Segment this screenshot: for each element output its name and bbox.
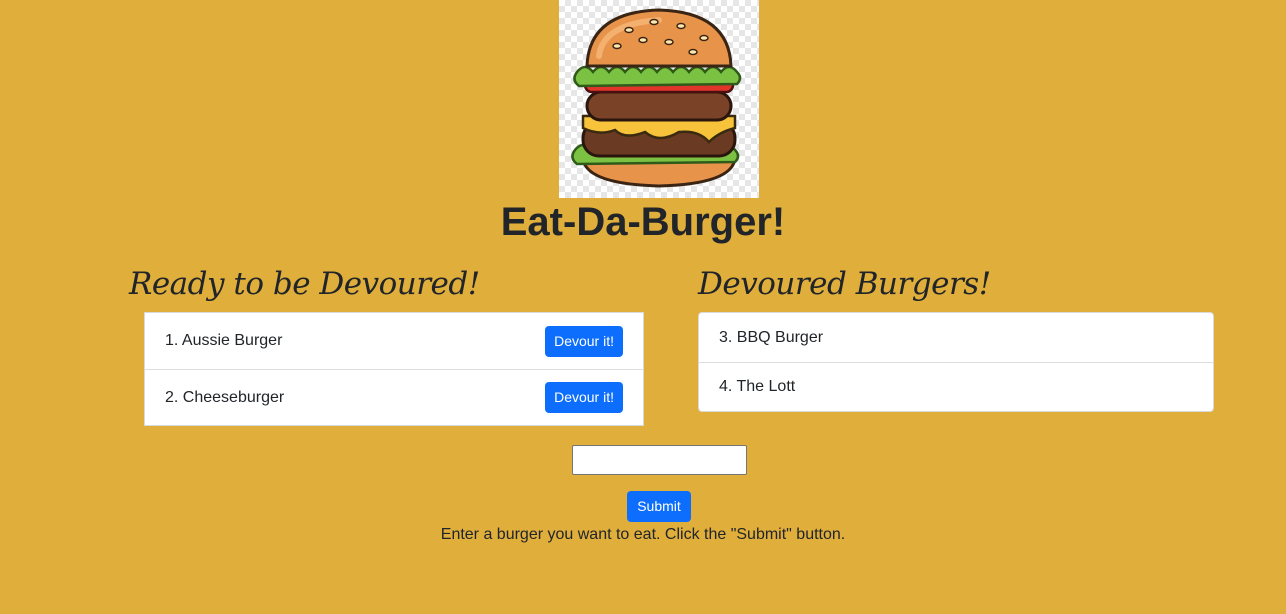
- devoured-heading: Devoured Burgers!: [698, 266, 991, 302]
- burger-logo: [559, 0, 759, 198]
- devour-button[interactable]: Devour it!: [545, 382, 623, 413]
- devoured-list: 3. BBQ Burger 4. The Lott: [698, 312, 1214, 412]
- burger-name: 1. Aussie Burger: [165, 332, 283, 349]
- ready-list: 1. Aussie Burger Devour it! 2. Cheesebur…: [144, 312, 644, 426]
- list-item: 1. Aussie Burger Devour it!: [145, 313, 643, 369]
- burger-name: 3. BBQ Burger: [719, 328, 824, 346]
- instructions-text: Enter a burger you want to eat. Click th…: [440, 526, 846, 543]
- submit-button[interactable]: Submit: [627, 491, 691, 522]
- burger-icon: [571, 8, 742, 188]
- devour-button[interactable]: Devour it!: [545, 325, 623, 357]
- list-item: 3. BBQ Burger: [699, 313, 1213, 362]
- burger-name: 4. The Lott: [719, 378, 796, 395]
- burger-input[interactable]: [572, 445, 747, 475]
- list-item: 2. Cheeseburger Devour it!: [145, 369, 643, 425]
- page-title: Eat-Da-Burger!: [500, 200, 786, 244]
- burger-name: 2. Cheeseburger: [165, 388, 285, 406]
- ready-heading: Ready to be Devoured!: [129, 266, 480, 302]
- list-item: 4. The Lott: [699, 362, 1213, 411]
